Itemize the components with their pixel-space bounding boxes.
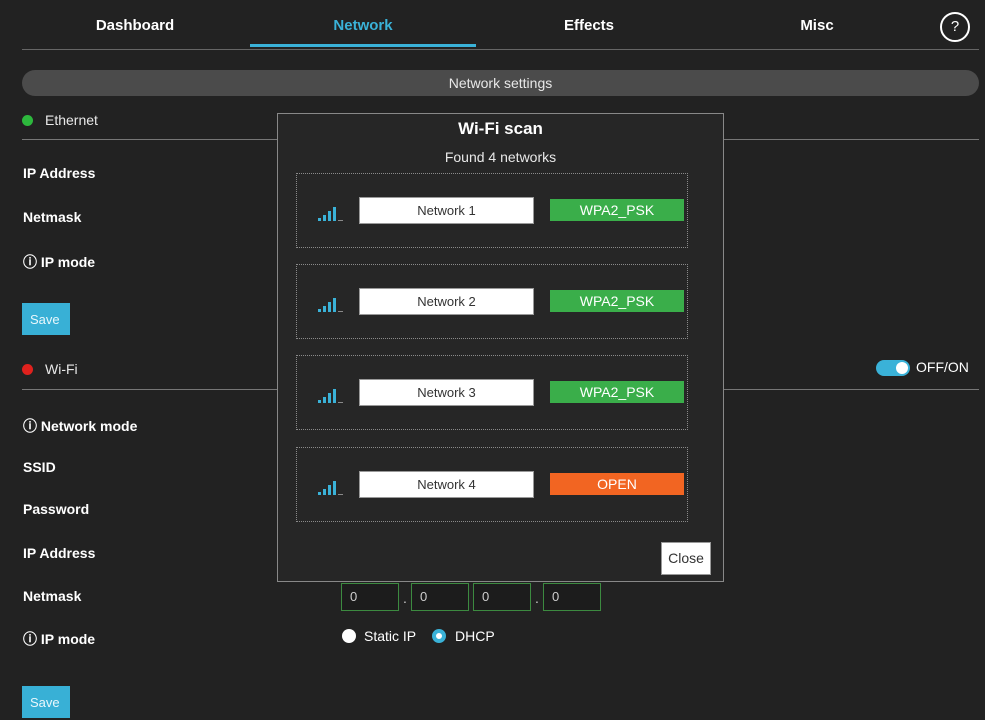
ethernet-label: Ethernet [45, 112, 98, 128]
signal-icon [318, 479, 344, 495]
tab-effects[interactable]: Effects [476, 0, 702, 50]
eth-save-button[interactable]: Save [22, 303, 70, 335]
wifi-network-mode-label: ⓘ Network mode [23, 418, 138, 434]
wifi-password-label: Password [23, 501, 90, 517]
modal-title: Wi-Fi scan [458, 119, 543, 138]
static-ip-radio[interactable] [342, 629, 356, 643]
netmask-octet-3[interactable]: 0 [473, 583, 531, 611]
modal-subtitle: Found 4 networks [444, 149, 557, 165]
network-name-button[interactable]: Network 1 [359, 197, 534, 224]
network-item[interactable]: Network 4 OPEN [296, 447, 688, 522]
wifi-scan-modal: Wi-Fi scan Found 4 networks Network 1 WP… [277, 113, 724, 582]
wifi-ip-address-label: IP Address [23, 545, 96, 561]
eth-netmask-label: Netmask [23, 209, 82, 225]
wifi-status: Wi-Fi [22, 354, 78, 384]
section-title: Network settings [22, 70, 979, 96]
toggle-knob [896, 362, 908, 374]
tab-dashboard[interactable]: Dashboard [22, 0, 248, 50]
dhcp-radio[interactable] [432, 629, 446, 643]
wifi-netmask-label: Netmask [23, 588, 82, 604]
network-name-button[interactable]: Network 3 [359, 379, 534, 406]
netmask-octet-1[interactable]: 0 [341, 583, 399, 611]
ethernet-status: Ethernet [22, 105, 98, 135]
wifi-ip-mode-label: ⓘ IP mode [23, 631, 96, 647]
ethernet-status-dot-icon [22, 115, 33, 126]
security-badge: WPA2_PSK [550, 290, 684, 312]
tab-network[interactable]: Network [250, 0, 476, 50]
network-item[interactable]: Network 3 WPA2_PSK [296, 355, 688, 430]
wifi-status-dot-icon [22, 364, 33, 375]
network-item[interactable]: Network 1 WPA2_PSK [296, 173, 688, 248]
dhcp-label[interactable]: DHCP [455, 628, 495, 644]
security-badge: WPA2_PSK [550, 199, 684, 221]
eth-ip-address-label: IP Address [23, 165, 96, 181]
network-name-button[interactable]: Network 4 [359, 471, 534, 498]
security-badge: WPA2_PSK [550, 381, 684, 403]
wifi-save-button[interactable]: Save [22, 686, 70, 718]
static-ip-label[interactable]: Static IP [364, 628, 416, 644]
close-button[interactable]: Close [661, 542, 711, 575]
wifi-toggle[interactable] [876, 360, 910, 376]
tab-misc[interactable]: Misc [704, 0, 930, 50]
wifi-label: Wi-Fi [45, 361, 78, 377]
signal-icon [318, 387, 344, 403]
octet-separator: . [403, 590, 407, 606]
security-badge: OPEN [550, 473, 684, 495]
nav-divider [22, 49, 979, 50]
network-name-button[interactable]: Network 2 [359, 288, 534, 315]
wifi-toggle-label: OFF/ON [916, 359, 969, 375]
netmask-octet-2[interactable]: 0 [411, 583, 469, 611]
signal-icon [318, 205, 344, 221]
netmask-octet-4[interactable]: 0 [543, 583, 601, 611]
wifi-ssid-label: SSID [23, 459, 56, 475]
octet-separator: . [535, 590, 539, 606]
signal-icon [318, 296, 344, 312]
active-tab-indicator [250, 44, 476, 47]
network-item[interactable]: Network 2 WPA2_PSK [296, 264, 688, 339]
help-icon[interactable]: ? [940, 12, 970, 42]
eth-ip-mode-label: ⓘ IP mode [23, 254, 96, 270]
